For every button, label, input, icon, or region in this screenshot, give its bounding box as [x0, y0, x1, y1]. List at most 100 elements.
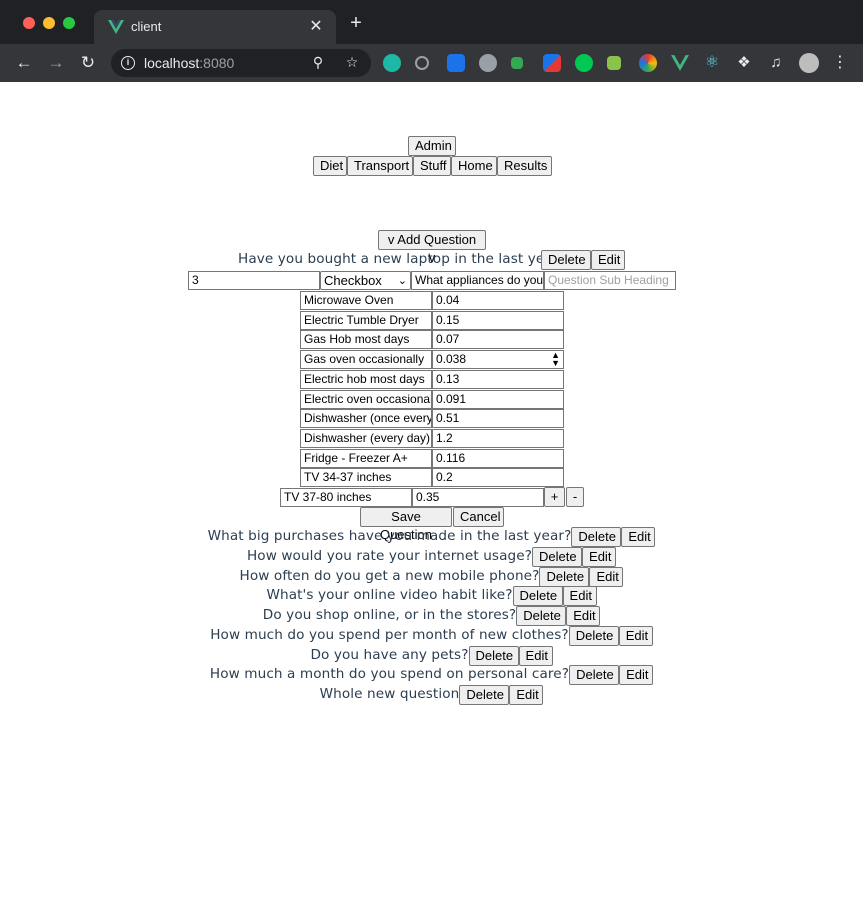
- option-label-input[interactable]: Electric oven occasional: [300, 389, 432, 409]
- extension-split-icon[interactable]: [543, 54, 561, 72]
- option-label-input[interactable]: Microwave Oven: [300, 291, 432, 310]
- option-value-input[interactable]: 0.35: [412, 488, 544, 507]
- delete-button[interactable]: Delete: [468, 645, 519, 666]
- extensions-icon[interactable]: ❖: [735, 54, 753, 72]
- option-value-text: 0.13: [436, 371, 460, 386]
- minimize-window-button[interactable]: [43, 17, 55, 29]
- zoom-icon[interactable]: ⚲: [309, 54, 327, 71]
- extension-box-icon[interactable]: [447, 54, 465, 72]
- option-value-input[interactable]: 0.07: [432, 330, 564, 350]
- question-subheading-input[interactable]: Question Sub Heading: [544, 271, 676, 290]
- tab-diet[interactable]: Diet: [313, 156, 347, 176]
- option-value-input[interactable]: 0.51: [432, 409, 564, 429]
- delete-button[interactable]: Delete: [532, 546, 583, 567]
- vue-logo-icon: [108, 20, 124, 34]
- question-text: Do you shop online, or in the stores?: [262, 607, 517, 623]
- edit-button[interactable]: Edit: [582, 546, 617, 567]
- edit-button[interactable]: Edit: [562, 586, 597, 607]
- extension-link-icon[interactable]: [607, 56, 621, 70]
- edit-button[interactable]: Edit: [591, 250, 625, 270]
- question-number-input[interactable]: 3: [188, 271, 320, 290]
- option-label-input[interactable]: Dishwasher (every day): [300, 428, 432, 448]
- menu-icon[interactable]: ⋮: [831, 54, 849, 72]
- delete-button[interactable]: Delete: [571, 527, 622, 547]
- option-value-text: 0.15: [436, 312, 460, 327]
- delete-button[interactable]: Delete: [516, 606, 567, 626]
- tab-results[interactable]: Results: [497, 156, 552, 176]
- option-label-input[interactable]: TV 34-37 inches: [300, 468, 432, 488]
- new-tab-button[interactable]: +: [346, 13, 366, 33]
- edit-button[interactable]: Edit: [589, 566, 624, 587]
- add-option-button[interactable]: +: [544, 487, 565, 507]
- question-row: What big purchases have you made in the …: [0, 527, 863, 547]
- extension-a-icon[interactable]: [383, 54, 401, 72]
- option-label-input[interactable]: Electric hob most days: [300, 369, 432, 389]
- option-value-input[interactable]: 0.04: [432, 291, 564, 310]
- option-value-input[interactable]: 0.038 ▲ ▼: [432, 350, 564, 370]
- address-bar[interactable]: i localhost:8080 ⚲ ☆: [111, 49, 371, 77]
- option-label-input[interactable]: Gas Hob most days: [300, 330, 432, 350]
- option-value-input[interactable]: 0.2: [432, 468, 564, 488]
- question-type-select[interactable]: Checkbox ⌄: [320, 271, 411, 290]
- option-label-input[interactable]: Electric Tumble Dryer: [300, 310, 432, 330]
- question-text: How much do you spend per month of new c…: [210, 626, 569, 643]
- option-value-text: 1.2: [436, 430, 453, 445]
- delete-button[interactable]: Delete: [568, 625, 619, 646]
- question-text: How often do you get a new mobile phone?: [239, 567, 540, 584]
- react-devtools-icon[interactable]: ⚛: [703, 54, 721, 72]
- edit-button[interactable]: Edit: [621, 527, 656, 547]
- edit-button[interactable]: Edit: [618, 625, 653, 646]
- star-icon[interactable]: ☆: [343, 54, 361, 71]
- forward-icon[interactable]: →: [45, 52, 67, 74]
- extension-leaf-icon[interactable]: [511, 57, 523, 69]
- delete-button[interactable]: Delete: [569, 665, 620, 686]
- close-window-button[interactable]: [23, 17, 35, 29]
- extension-color-icon[interactable]: [639, 54, 657, 72]
- option-label-input[interactable]: TV 37-80 inches: [280, 488, 412, 507]
- profile-avatar[interactable]: [799, 53, 819, 73]
- tab-transport[interactable]: Transport: [347, 156, 413, 176]
- edit-button[interactable]: Edit: [619, 665, 654, 686]
- edit-button[interactable]: Edit: [518, 645, 553, 666]
- browser-tab[interactable]: client ✕: [94, 10, 336, 44]
- option-value-input[interactable]: 0.13: [432, 369, 564, 389]
- info-icon[interactable]: i: [121, 56, 135, 70]
- maximize-window-button[interactable]: [63, 17, 75, 29]
- tab-close-icon[interactable]: ✕: [306, 16, 326, 36]
- delete-button[interactable]: Delete: [541, 250, 591, 270]
- question-heading-input[interactable]: What appliances do you: [411, 271, 544, 290]
- add-question-toggle[interactable]: v Add Question v: [378, 230, 486, 265]
- media-icon[interactable]: ♫: [767, 54, 785, 72]
- delete-button[interactable]: Delete: [512, 586, 563, 607]
- edit-button[interactable]: Edit: [566, 606, 601, 626]
- admin-button[interactable]: Admin: [408, 136, 456, 156]
- option-value-text: 0.04: [436, 293, 460, 307]
- vue-devtools-icon[interactable]: [671, 54, 689, 72]
- option-label-input[interactable]: Dishwasher (once every: [300, 409, 432, 429]
- tab-stuff[interactable]: Stuff: [413, 156, 451, 176]
- option-value-input[interactable]: 0.15: [432, 310, 564, 330]
- delete-button[interactable]: Delete: [539, 566, 590, 587]
- option-value-text: 0.07: [436, 332, 460, 347]
- option-value-input[interactable]: 0.116: [432, 448, 564, 468]
- question-row: Do you shop online, or in the stores? Del…: [0, 606, 863, 626]
- delete-button[interactable]: Delete: [459, 685, 510, 705]
- question-text: What's your online video habit like?: [266, 587, 513, 604]
- option-value-input[interactable]: 0.091: [432, 389, 564, 409]
- reload-icon[interactable]: ↻: [77, 52, 99, 74]
- back-icon[interactable]: ←: [13, 52, 35, 74]
- save-question-button[interactable]: Save Question: [360, 507, 452, 542]
- option-value-input[interactable]: 1.2: [432, 428, 564, 448]
- cancel-button[interactable]: Cancel: [453, 507, 504, 527]
- extension-circle-icon[interactable]: [415, 56, 429, 70]
- option-label-input[interactable]: Fridge - Freezer A+: [300, 448, 432, 468]
- edit-button[interactable]: Edit: [509, 685, 544, 705]
- stepper-icon[interactable]: ▲ ▼: [551, 351, 560, 368]
- browser-chrome: client ✕ + ← → ↻ i localhost:8080 ⚲ ☆ ⚛ …: [0, 0, 863, 82]
- tab-home[interactable]: Home: [451, 156, 497, 176]
- option-label-input[interactable]: Gas oven occasionally: [300, 350, 432, 370]
- remove-option-button[interactable]: -: [566, 487, 584, 507]
- extension-gear-icon[interactable]: [479, 54, 497, 72]
- extension-green-icon[interactable]: [575, 54, 593, 72]
- option-value-text: 0.116: [436, 450, 466, 465]
